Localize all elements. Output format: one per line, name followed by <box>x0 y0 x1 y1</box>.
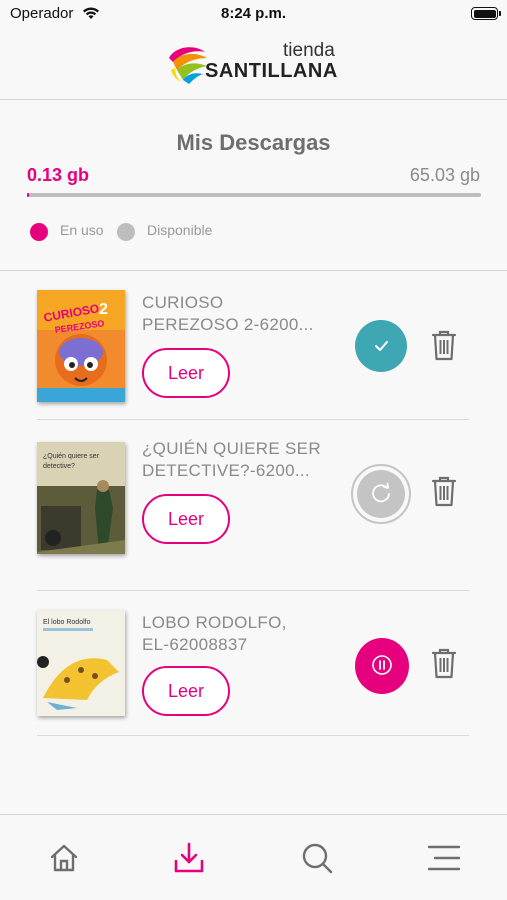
santillana-logo: tienda SANTILLANA <box>165 38 345 88</box>
storage-total-value: 65.03 gb <box>409 165 480 185</box>
legend-used-dot <box>30 223 48 241</box>
read-button[interactable]: Leer <box>142 494 230 544</box>
book-row: El lobo Rodolfo LOBO RODOLFO, EL-6200883… <box>37 598 469 744</box>
book-cover[interactable]: CURIOSO 2 PEREZOSO <box>37 290 125 402</box>
book-cover-art: CURIOSO 2 PEREZOSO <box>37 290 125 402</box>
trash-icon[interactable] <box>430 474 458 508</box>
trash-icon[interactable] <box>430 328 458 362</box>
storage-progress-fill <box>27 193 29 197</box>
legend-available-label: Disponible <box>147 222 213 238</box>
list-divider <box>0 270 507 271</box>
book-title-line1: ¿QUIÉN QUIERE SER <box>142 439 321 458</box>
book-title-line2: PEREZOSO 2-6200... <box>142 315 314 334</box>
header-divider <box>0 99 507 100</box>
pause-icon <box>372 655 398 689</box>
pause-download-button[interactable] <box>355 638 409 694</box>
status-bar: Operador 8:24 p.m. <box>0 0 507 30</box>
legend-available-dot <box>117 223 135 241</box>
logo-brand-name: SANTILLANA <box>205 60 338 82</box>
book-title-line2: DETECTIVE?-6200... <box>142 461 310 480</box>
book-title-line1: CURIOSO <box>142 293 224 312</box>
santillana-logo-mark <box>169 47 207 84</box>
book-cover-art: El lobo Rodolfo <box>37 610 125 716</box>
download-icon[interactable] <box>172 841 206 875</box>
row-divider <box>37 419 469 420</box>
menu-icon[interactable] <box>427 841 461 875</box>
storage-progress-bar <box>27 193 481 197</box>
search-icon[interactable] <box>300 841 334 875</box>
downloaded-status-icon <box>355 320 407 372</box>
pending-status-icon[interactable] <box>351 464 411 524</box>
book-title: CURIOSO PEREZOSO 2-6200... <box>142 292 342 336</box>
book-cover-art: ¿Quién quiere ser detective? <box>37 442 125 554</box>
check-icon <box>375 341 388 351</box>
read-button[interactable]: Leer <box>142 348 230 398</box>
battery-icon <box>471 7 501 20</box>
book-title: LOBO RODOLFO, EL-62008837 <box>142 612 342 656</box>
book-row: CURIOSO 2 PEREZOSO CURIOSO PEREZOSO 2-62… <box>37 280 469 426</box>
legend-used-label: En uso <box>60 222 104 238</box>
status-time: 8:24 p.m. <box>220 5 287 22</box>
book-cover[interactable]: ¿Quién quiere ser detective? <box>37 442 125 554</box>
logo-tienda-text: tienda <box>283 40 335 61</box>
tab-bar <box>0 814 507 900</box>
home-icon[interactable] <box>47 841 81 875</box>
book-cover[interactable]: El lobo Rodolfo <box>37 610 125 716</box>
refresh-icon <box>372 482 390 503</box>
svg-text:2: 2 <box>99 301 108 318</box>
book-title: ¿QUIÉN QUIERE SER DETECTIVE?-6200... <box>142 438 342 482</box>
row-divider <box>37 590 469 591</box>
row-divider <box>37 735 469 736</box>
svg-text:detective?: detective? <box>43 463 75 470</box>
book-row: ¿Quién quiere ser detective? ¿QUIÉN QUIE… <box>37 426 469 591</box>
page-title: Mis Descargas <box>176 130 331 155</box>
book-title-line2: EL-62008837 <box>142 635 248 654</box>
storage-used-value: 0.13 gb <box>27 165 90 185</box>
book-title-line1: LOBO RODOLFO, <box>142 613 287 632</box>
svg-text:¿Quién quiere ser: ¿Quién quiere ser <box>43 453 100 460</box>
svg-text:El lobo Rodolfo: El lobo Rodolfo <box>43 619 91 626</box>
read-button[interactable]: Leer <box>142 666 230 716</box>
trash-icon[interactable] <box>430 646 458 680</box>
